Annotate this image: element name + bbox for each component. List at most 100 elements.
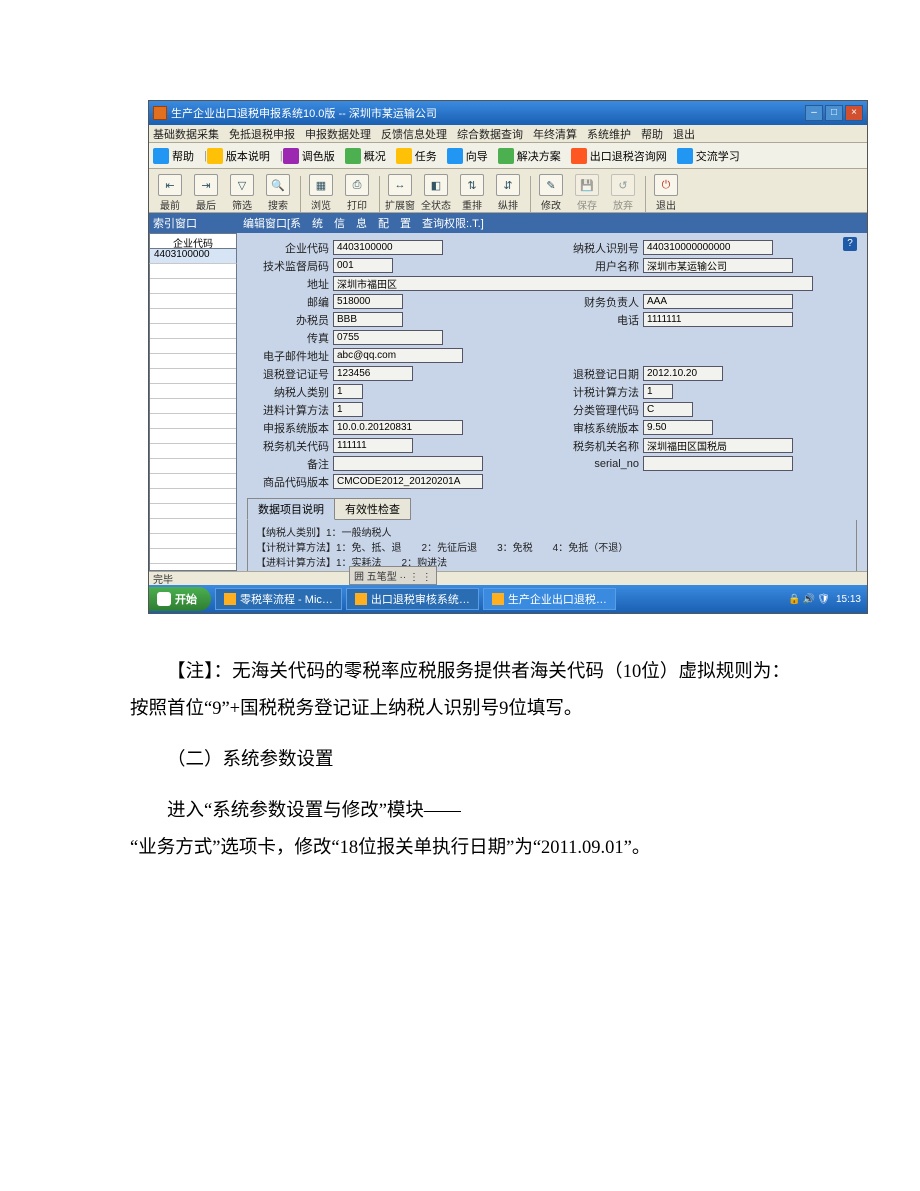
exit-icon: ⏻ [654, 174, 678, 196]
toolbar-task-button[interactable]: 任务 [396, 148, 437, 164]
tax-org-name-field[interactable] [643, 438, 793, 453]
class-code-field[interactable] [643, 402, 693, 417]
search-button[interactable]: 🔍搜索 [261, 174, 295, 212]
taskbar-item[interactable]: 出口退税审核系统… [346, 588, 479, 610]
print-button[interactable]: ⎙打印 [340, 174, 374, 212]
discard-button[interactable]: ↺放弃 [606, 174, 640, 212]
allstate-button[interactable]: ◧全状态 [419, 174, 453, 212]
label: 用户名称 [393, 258, 643, 274]
taxpayer-id-field[interactable] [643, 240, 773, 255]
label: 技术监督局码 [247, 258, 333, 274]
taskbar-item[interactable]: 生产企业出口退税… [483, 588, 616, 610]
menu-item[interactable]: 帮助 [641, 126, 663, 142]
label: 退税登记日期 [413, 366, 643, 382]
vsort-icon: ⇵ [496, 174, 520, 196]
note-line: 【计税计算方法】1：免、抵、退 2：先征后退 3：免税 4：免抵（不退） [256, 541, 848, 556]
help-icon[interactable]: ? [843, 237, 857, 251]
toolbar-solution-button[interactable]: 解决方案 [498, 148, 561, 164]
toolbar-net-button[interactable]: 出口退税咨询网 [571, 148, 667, 164]
menu-item[interactable]: 系统维护 [587, 126, 631, 142]
remark-field[interactable] [333, 456, 483, 471]
tax-clerk-field[interactable] [333, 312, 403, 327]
refund-reg-no-field[interactable] [333, 366, 413, 381]
calc-method-field[interactable] [643, 384, 673, 399]
browse-icon: ▦ [309, 174, 333, 196]
tray-icon[interactable]: 🛡 [817, 594, 830, 605]
sidebar-header: 索引窗口 [149, 213, 237, 233]
email-field[interactable] [333, 348, 463, 363]
product-code-ver-field[interactable] [333, 474, 483, 489]
search-icon: 🔍 [266, 174, 290, 196]
tray-icon[interactable]: 🔒 [788, 594, 800, 605]
menu-item[interactable]: 基础数据采集 [153, 126, 219, 142]
toolbar-guide-button[interactable]: 向导 [447, 148, 488, 164]
app-icon [355, 593, 367, 605]
minimize-button[interactable]: – [805, 105, 823, 121]
tab-validity[interactable]: 有效性检查 [334, 498, 411, 520]
vsort-button[interactable]: ⇵纵排 [491, 174, 525, 212]
menu-item[interactable]: 免抵退税申报 [229, 126, 295, 142]
audit-ver-field[interactable] [643, 420, 713, 435]
phone-field[interactable] [643, 312, 793, 327]
expand-button[interactable]: ↔扩展窗 [383, 174, 417, 212]
overview-icon [345, 148, 361, 164]
sidebar-column-header[interactable]: 企业代码 [149, 233, 237, 249]
tray-icon[interactable]: 🔊 [803, 594, 815, 605]
exit-button[interactable]: ⏻退出 [649, 174, 683, 212]
rearrange-button[interactable]: ⇅重排 [455, 174, 489, 212]
toolbar-learn-button[interactable]: 交流学习 [677, 148, 740, 164]
toolbar-palette-button[interactable]: 调色版 [283, 148, 335, 164]
fax-field[interactable] [333, 330, 443, 345]
document-body: 【注】：无海关代码的零税率应税服务提供者海关代码（10位）虚拟规则为：按照首位“… [130, 654, 790, 867]
maximize-button[interactable]: □ [825, 105, 843, 121]
label: 退税登记证号 [247, 366, 333, 382]
windows-taskbar: 开始 零税率流程 - Mic… 出口退税审核系统… 生产企业出口退税… 🔒 🔊 … [149, 585, 867, 613]
note-line: 【进料计算方法】1：实耗法 2：购进法 [256, 556, 848, 571]
finance-person-field[interactable] [643, 294, 793, 309]
taskbar-item[interactable]: 零税率流程 - Mic… [215, 588, 342, 610]
last-button[interactable]: ⇥最后 [189, 174, 223, 212]
task-icon [396, 148, 412, 164]
tax-org-code-field[interactable] [333, 438, 413, 453]
toolbar-overview-button[interactable]: 概况 [345, 148, 386, 164]
status-bar: 完毕 [149, 571, 867, 585]
taxpayer-type-field[interactable] [333, 384, 363, 399]
tab-data-desc[interactable]: 数据项目说明 [247, 498, 335, 520]
address-field[interactable] [333, 276, 813, 291]
zip-field[interactable] [333, 294, 403, 309]
last-icon: ⇥ [194, 174, 218, 196]
label: 地址 [247, 276, 333, 292]
menu-item[interactable]: 反馈信息处理 [381, 126, 447, 142]
menu-item[interactable]: 申报数据处理 [305, 126, 371, 142]
edit-panel-header: 编辑窗口[系 统 信 息 配 置 查询权限:.T.] [237, 213, 867, 233]
net-icon [571, 148, 587, 164]
tray-clock: 15:13 [836, 594, 861, 605]
edit-icon: ✎ [539, 174, 563, 196]
enterprise-code-field[interactable] [333, 240, 443, 255]
guide-icon [447, 148, 463, 164]
tech-bureau-field[interactable] [333, 258, 393, 273]
filter-button[interactable]: ▽筛选 [225, 174, 259, 212]
system-tray[interactable]: 🔒 🔊 🛡 15:13 [780, 594, 867, 605]
start-button[interactable]: 开始 [149, 587, 211, 611]
serial-no-field[interactable] [643, 456, 793, 471]
label: 企业代码 [247, 240, 333, 256]
user-name-field[interactable] [643, 258, 793, 273]
app-window: 生产企业出口退税申报系统10.0版 -- 深圳市某运输公司 – □ × 基础数据… [148, 100, 868, 614]
declare-ver-field[interactable] [333, 420, 463, 435]
menu-item[interactable]: 年终清算 [533, 126, 577, 142]
browse-button[interactable]: ▦浏览 [304, 174, 338, 212]
close-button[interactable]: × [845, 105, 863, 121]
toolbar-help-button[interactable]: 帮助 [153, 148, 194, 164]
toolbar-version-button[interactable]: 版本说明 [207, 148, 270, 164]
save-button[interactable]: 💾保存 [570, 174, 604, 212]
edit-button[interactable]: ✎修改 [534, 174, 568, 212]
menu-bar: 基础数据采集 免抵退税申报 申报数据处理 反馈信息处理 综合数据查询 年终清算 … [149, 125, 867, 143]
import-calc-field[interactable] [333, 402, 363, 417]
first-button[interactable]: ⇤最前 [153, 174, 187, 212]
refund-reg-date-field[interactable] [643, 366, 723, 381]
menu-item[interactable]: 退出 [673, 126, 695, 142]
menu-item[interactable]: 综合数据查询 [457, 126, 523, 142]
sidebar-row-selected[interactable]: 4403100000 [149, 249, 237, 264]
ime-bar[interactable]: 囲 五笔型 ·· ⋮ ⋮ [349, 566, 437, 585]
